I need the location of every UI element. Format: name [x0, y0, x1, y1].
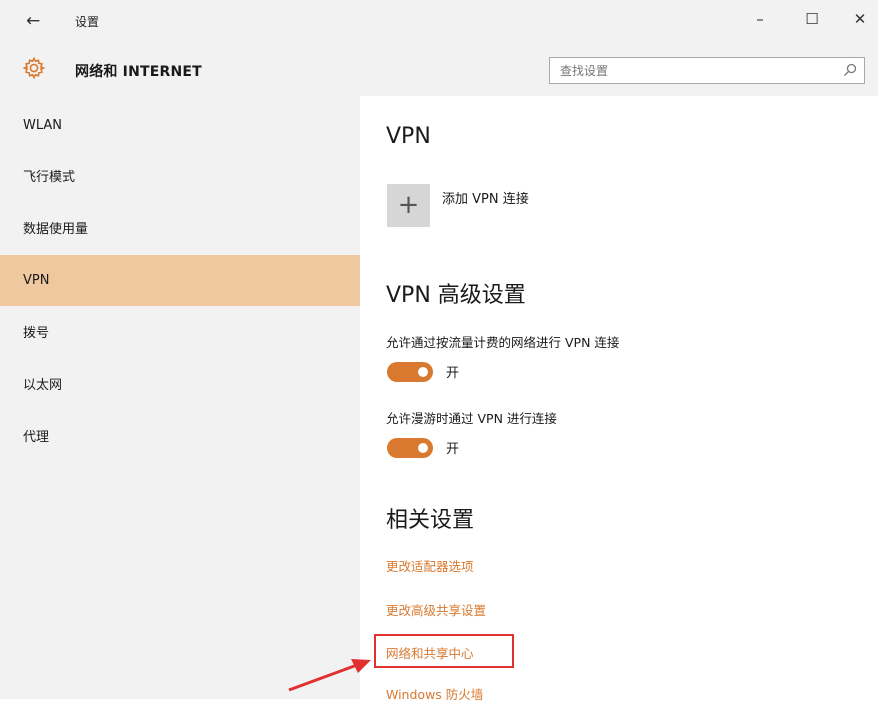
toggle-knob: [418, 367, 428, 377]
sidebar-item-ethernet[interactable]: 以太网: [0, 360, 360, 411]
vpn-heading: VPN: [386, 124, 431, 149]
window-title: 设置: [75, 15, 100, 29]
main-content: VPN + 添加 VPN 连接 VPN 高级设置 允许通过按流量计费的网络进行 …: [360, 96, 878, 702]
search-input[interactable]: [550, 58, 830, 83]
network-sharing-center-link[interactable]: 网络和共享中心: [386, 643, 474, 662]
add-vpn-label[interactable]: 添加 VPN 连接: [442, 188, 529, 207]
roaming-vpn-state: 开: [446, 442, 460, 457]
back-arrow-icon[interactable]: ←: [26, 11, 40, 31]
maximize-button[interactable]: ☐: [797, 10, 827, 28]
advanced-settings-heading: VPN 高级设置: [386, 283, 526, 308]
sidebar-item-airplane-mode[interactable]: 飞行模式: [0, 152, 360, 203]
search-icon[interactable]: [842, 62, 858, 78]
roaming-vpn-label: 允许漫游时通过 VPN 进行连接: [386, 411, 557, 426]
related-settings-heading: 相关设置: [386, 508, 475, 533]
add-vpn-button[interactable]: +: [387, 184, 430, 227]
change-adapter-options-link[interactable]: 更改适配器选项: [386, 556, 474, 575]
windows-firewall-link[interactable]: Windows 防火墙: [386, 684, 483, 703]
search-box: [549, 57, 865, 84]
minimize-button[interactable]: –: [745, 10, 775, 28]
section-title: 网络和 INTERNET: [75, 64, 202, 80]
annotation-arrow-icon: [288, 659, 371, 692]
title-bar: ← 设置 – ☐ ✕: [0, 0, 878, 46]
close-button[interactable]: ✕: [845, 10, 875, 28]
metered-vpn-label: 允许通过按流量计费的网络进行 VPN 连接: [386, 335, 620, 350]
roaming-vpn-toggle[interactable]: [387, 438, 433, 458]
sidebar-item-proxy[interactable]: 代理: [0, 412, 360, 463]
change-advanced-sharing-link[interactable]: 更改高级共享设置: [386, 600, 486, 619]
sidebar-item-vpn[interactable]: VPN: [0, 255, 360, 306]
metered-vpn-toggle[interactable]: [387, 362, 433, 382]
sidebar: WLAN 飞行模式 数据使用量 VPN 拨号 以太网 代理: [0, 96, 360, 699]
gear-icon: [22, 56, 46, 80]
toggle-knob: [418, 443, 428, 453]
sidebar-item-dial-up[interactable]: 拨号: [0, 308, 360, 359]
settings-header: 网络和 INTERNET: [0, 46, 878, 96]
sidebar-item-data-usage[interactable]: 数据使用量: [0, 204, 360, 255]
metered-vpn-state: 开: [446, 366, 460, 381]
sidebar-item-wlan[interactable]: WLAN: [0, 100, 360, 151]
